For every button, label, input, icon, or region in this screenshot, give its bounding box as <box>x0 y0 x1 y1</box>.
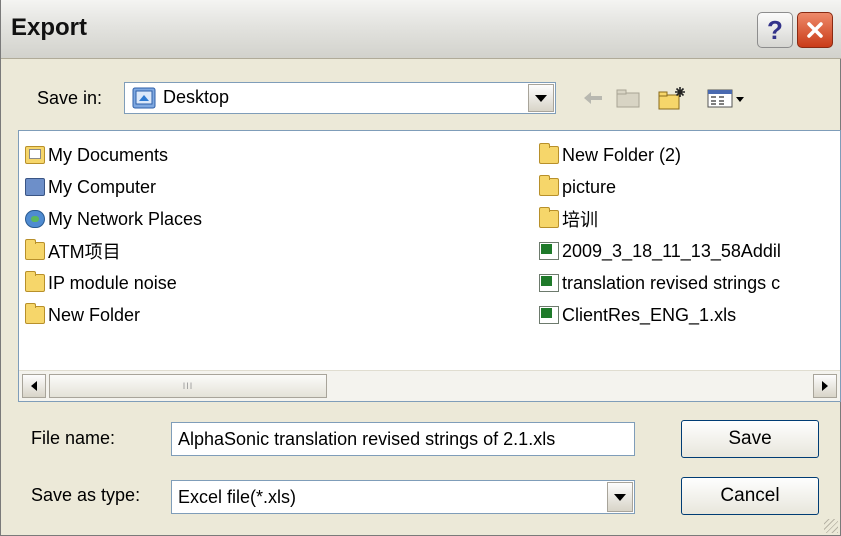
save-button[interactable]: Save <box>681 420 819 458</box>
help-icon: ? <box>767 14 783 45</box>
folder-icon <box>539 207 559 228</box>
cancel-button[interactable]: Cancel <box>681 477 819 515</box>
file-name-input[interactable]: AlphaSonic translation revised strings o… <box>171 422 635 456</box>
list-item-label: ClientRes_ENG_1.xls <box>562 304 737 325</box>
chevron-down-icon <box>614 493 626 501</box>
close-button[interactable] <box>797 12 833 48</box>
help-button[interactable]: ? <box>757 12 793 48</box>
list-item[interactable]: IP module noise <box>25 271 177 295</box>
my-computer-icon <box>25 178 45 196</box>
network-places-icon <box>25 210 45 228</box>
excel-file-icon <box>539 274 559 292</box>
scrollbar-thumb[interactable]: III <box>49 374 327 398</box>
list-item[interactable]: picture <box>539 175 616 199</box>
new-folder-icon <box>658 87 685 110</box>
up-folder-icon <box>616 89 640 108</box>
title-bar[interactable]: Export ? <box>1 0 841 59</box>
save-as-type-label: Save as type: <box>31 485 141 505</box>
up-folder-button[interactable] <box>613 82 643 114</box>
file-name-label: File name: <box>31 428 116 448</box>
list-item[interactable]: New Folder (2) <box>539 143 681 167</box>
scroll-left-button[interactable] <box>22 374 46 398</box>
excel-file-icon <box>539 306 559 324</box>
close-icon <box>807 22 823 38</box>
folder-icon <box>25 271 45 292</box>
folder-icon <box>539 175 559 196</box>
list-item[interactable]: ClientRes_ENG_1.xls <box>539 303 736 327</box>
chevron-left-icon <box>31 381 37 391</box>
list-item[interactable]: My Computer <box>25 175 156 199</box>
resize-grip[interactable] <box>824 519 838 533</box>
list-item-label: ATM项目 <box>48 242 121 262</box>
list-item[interactable]: My Network Places <box>25 207 202 231</box>
list-item-label: My Computer <box>48 176 157 197</box>
dialog-title: Export <box>11 14 88 41</box>
list-item-label: New Folder <box>48 304 141 325</box>
new-folder-button[interactable] <box>655 82 689 114</box>
list-item[interactable]: New Folder <box>25 303 140 327</box>
list-item-label: 培训 <box>562 210 598 230</box>
list-item-label: My Documents <box>48 144 169 165</box>
desktop-icon <box>132 87 156 109</box>
save-in-value: Desktop <box>163 87 230 107</box>
list-item-label: New Folder (2) <box>562 144 682 165</box>
folder-icon <box>25 303 45 324</box>
list-item-label: 2009_3_18_11_13_58Addil <box>562 240 781 261</box>
scroll-right-button[interactable] <box>813 374 837 398</box>
list-item[interactable]: 2009_3_18_11_13_58Addil <box>539 239 781 263</box>
view-menu-icon <box>707 89 744 108</box>
save-as-type-value: Excel file(*.xls) <box>178 487 297 507</box>
my-documents-icon <box>25 146 45 164</box>
save-in-label: Save in: <box>37 88 103 108</box>
save-in-dropdown-button[interactable] <box>528 84 554 112</box>
save-as-type-dropdown-button[interactable] <box>607 482 633 512</box>
back-arrow-icon <box>584 92 602 104</box>
list-item-label: IP module noise <box>48 272 177 293</box>
file-list[interactable]: My Documents My Computer My Network Plac… <box>18 130 841 402</box>
excel-file-icon <box>539 242 559 260</box>
list-item-label: picture <box>562 176 617 197</box>
list-item-label: translation revised strings c <box>562 272 781 293</box>
folder-icon <box>25 239 45 260</box>
list-item[interactable]: translation revised strings c <box>539 271 780 295</box>
chevron-right-icon <box>822 381 828 391</box>
horizontal-scrollbar[interactable]: III <box>19 370 840 401</box>
list-item[interactable]: My Documents <box>25 143 168 167</box>
scrollbar-grip: III <box>182 381 194 391</box>
list-item[interactable]: 培训 <box>539 207 598 231</box>
list-item-label: My Network Places <box>48 208 203 229</box>
list-item[interactable]: ATM项目 <box>25 239 121 263</box>
save-in-dropdown[interactable]: Desktop <box>124 82 556 114</box>
save-as-type-dropdown[interactable]: Excel file(*.xls) <box>171 480 635 514</box>
back-button[interactable] <box>579 82 607 114</box>
folder-icon <box>539 143 559 164</box>
export-dialog: Export ? Save in: Desktop My Documents M… <box>0 0 841 536</box>
chevron-down-icon <box>535 94 547 102</box>
view-menu-button[interactable] <box>704 82 748 114</box>
